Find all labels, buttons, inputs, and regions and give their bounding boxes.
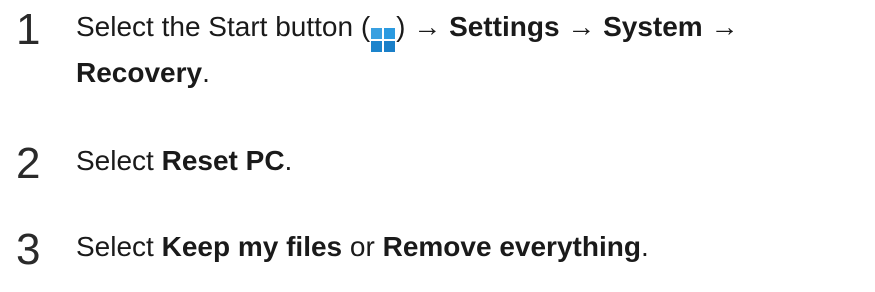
reset-pc-label: Reset PC (161, 145, 285, 176)
step-3: 3 Select Keep my files or Remove everyth… (16, 226, 866, 272)
period: . (284, 145, 293, 176)
step-text: Select Reset PC. (76, 140, 866, 182)
remove-everything-label: Remove everything (382, 231, 641, 262)
step-text-segment: or (342, 231, 383, 262)
arrow-separator: → (559, 11, 604, 42)
step-2: 2 Select Reset PC. (16, 140, 866, 186)
instruction-steps: 1 Select the Start button () → Settings … (16, 6, 866, 272)
step-text-segment: Select (76, 145, 162, 176)
step-number: 2 (16, 139, 41, 188)
period: . (640, 231, 649, 262)
windows-start-icon (371, 28, 396, 52)
arrow-separator: → (702, 11, 739, 42)
step-text: Select Keep my files or Remove everythin… (76, 226, 866, 268)
step-text-segment: Select the Start button ( (76, 11, 371, 42)
step-number: 1 (16, 5, 41, 54)
step-1: 1 Select the Start button () → Settings … (16, 6, 866, 94)
system-label: System (603, 11, 703, 42)
step-text-segment: ) → (396, 11, 450, 42)
settings-label: Settings (449, 11, 560, 42)
step-text: Select the Start button () → Settings → … (76, 6, 866, 94)
step-number: 3 (16, 225, 41, 274)
period: . (202, 57, 210, 88)
keep-my-files-label: Keep my files (161, 231, 343, 262)
recovery-label: Recovery (76, 57, 203, 88)
step-text-segment: Select (76, 231, 162, 262)
